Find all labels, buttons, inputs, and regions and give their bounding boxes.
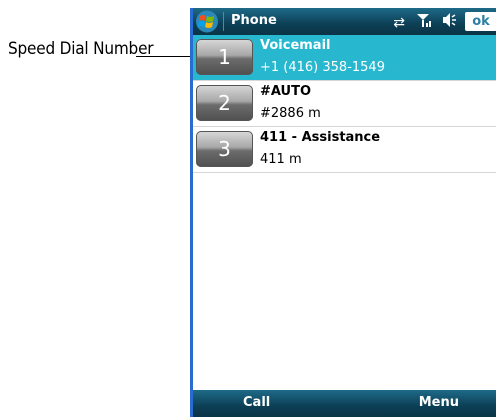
speed-dial-row[interactable]: 1 Voicemail +1 (416) 358-1549 bbox=[193, 35, 496, 81]
sync-arrows-icon[interactable]: ⇄ bbox=[393, 14, 405, 32]
contact-phone: 411 m bbox=[260, 152, 302, 167]
callout-leader-line bbox=[136, 56, 196, 57]
contact-phone: #2886 m bbox=[260, 106, 321, 121]
call-softkey[interactable]: Call bbox=[243, 395, 270, 410]
softkey-bar: Call Menu bbox=[193, 390, 496, 417]
title-separator bbox=[223, 12, 224, 31]
speed-dial-number-button[interactable]: 2 bbox=[196, 85, 253, 121]
contact-name: 411 - Assistance bbox=[260, 130, 381, 145]
callout-label: Speed Dial Number bbox=[8, 39, 154, 59]
menu-softkey[interactable]: Menu bbox=[419, 395, 459, 410]
speed-dial-row[interactable]: 2 #AUTO #2886 m bbox=[193, 81, 496, 127]
ok-button[interactable]: ok bbox=[465, 12, 496, 31]
speed-dial-row[interactable]: 3 411 - Assistance 411 m bbox=[193, 127, 496, 173]
contact-name: #AUTO bbox=[260, 84, 312, 99]
speed-dial-number-button[interactable]: 1 bbox=[196, 39, 253, 75]
speed-dial-list: 1 Voicemail +1 (416) 358-1549 2 #AUTO #2… bbox=[193, 35, 496, 173]
speed-dial-number-button[interactable]: 3 bbox=[196, 131, 253, 167]
contact-phone: +1 (416) 358-1549 bbox=[260, 60, 385, 75]
windows-start-icon[interactable] bbox=[195, 10, 219, 33]
app-title: Phone bbox=[231, 13, 277, 28]
speaker-icon[interactable] bbox=[441, 12, 459, 33]
signal-icon[interactable] bbox=[415, 12, 431, 33]
contact-name: Voicemail bbox=[260, 38, 331, 53]
title-bar: Phone ⇄ ok bbox=[193, 8, 496, 35]
phone-screen: Phone ⇄ ok 1 Voicemail +1 (416) 358-1549… bbox=[190, 8, 496, 417]
status-icons: ⇄ bbox=[393, 12, 459, 33]
